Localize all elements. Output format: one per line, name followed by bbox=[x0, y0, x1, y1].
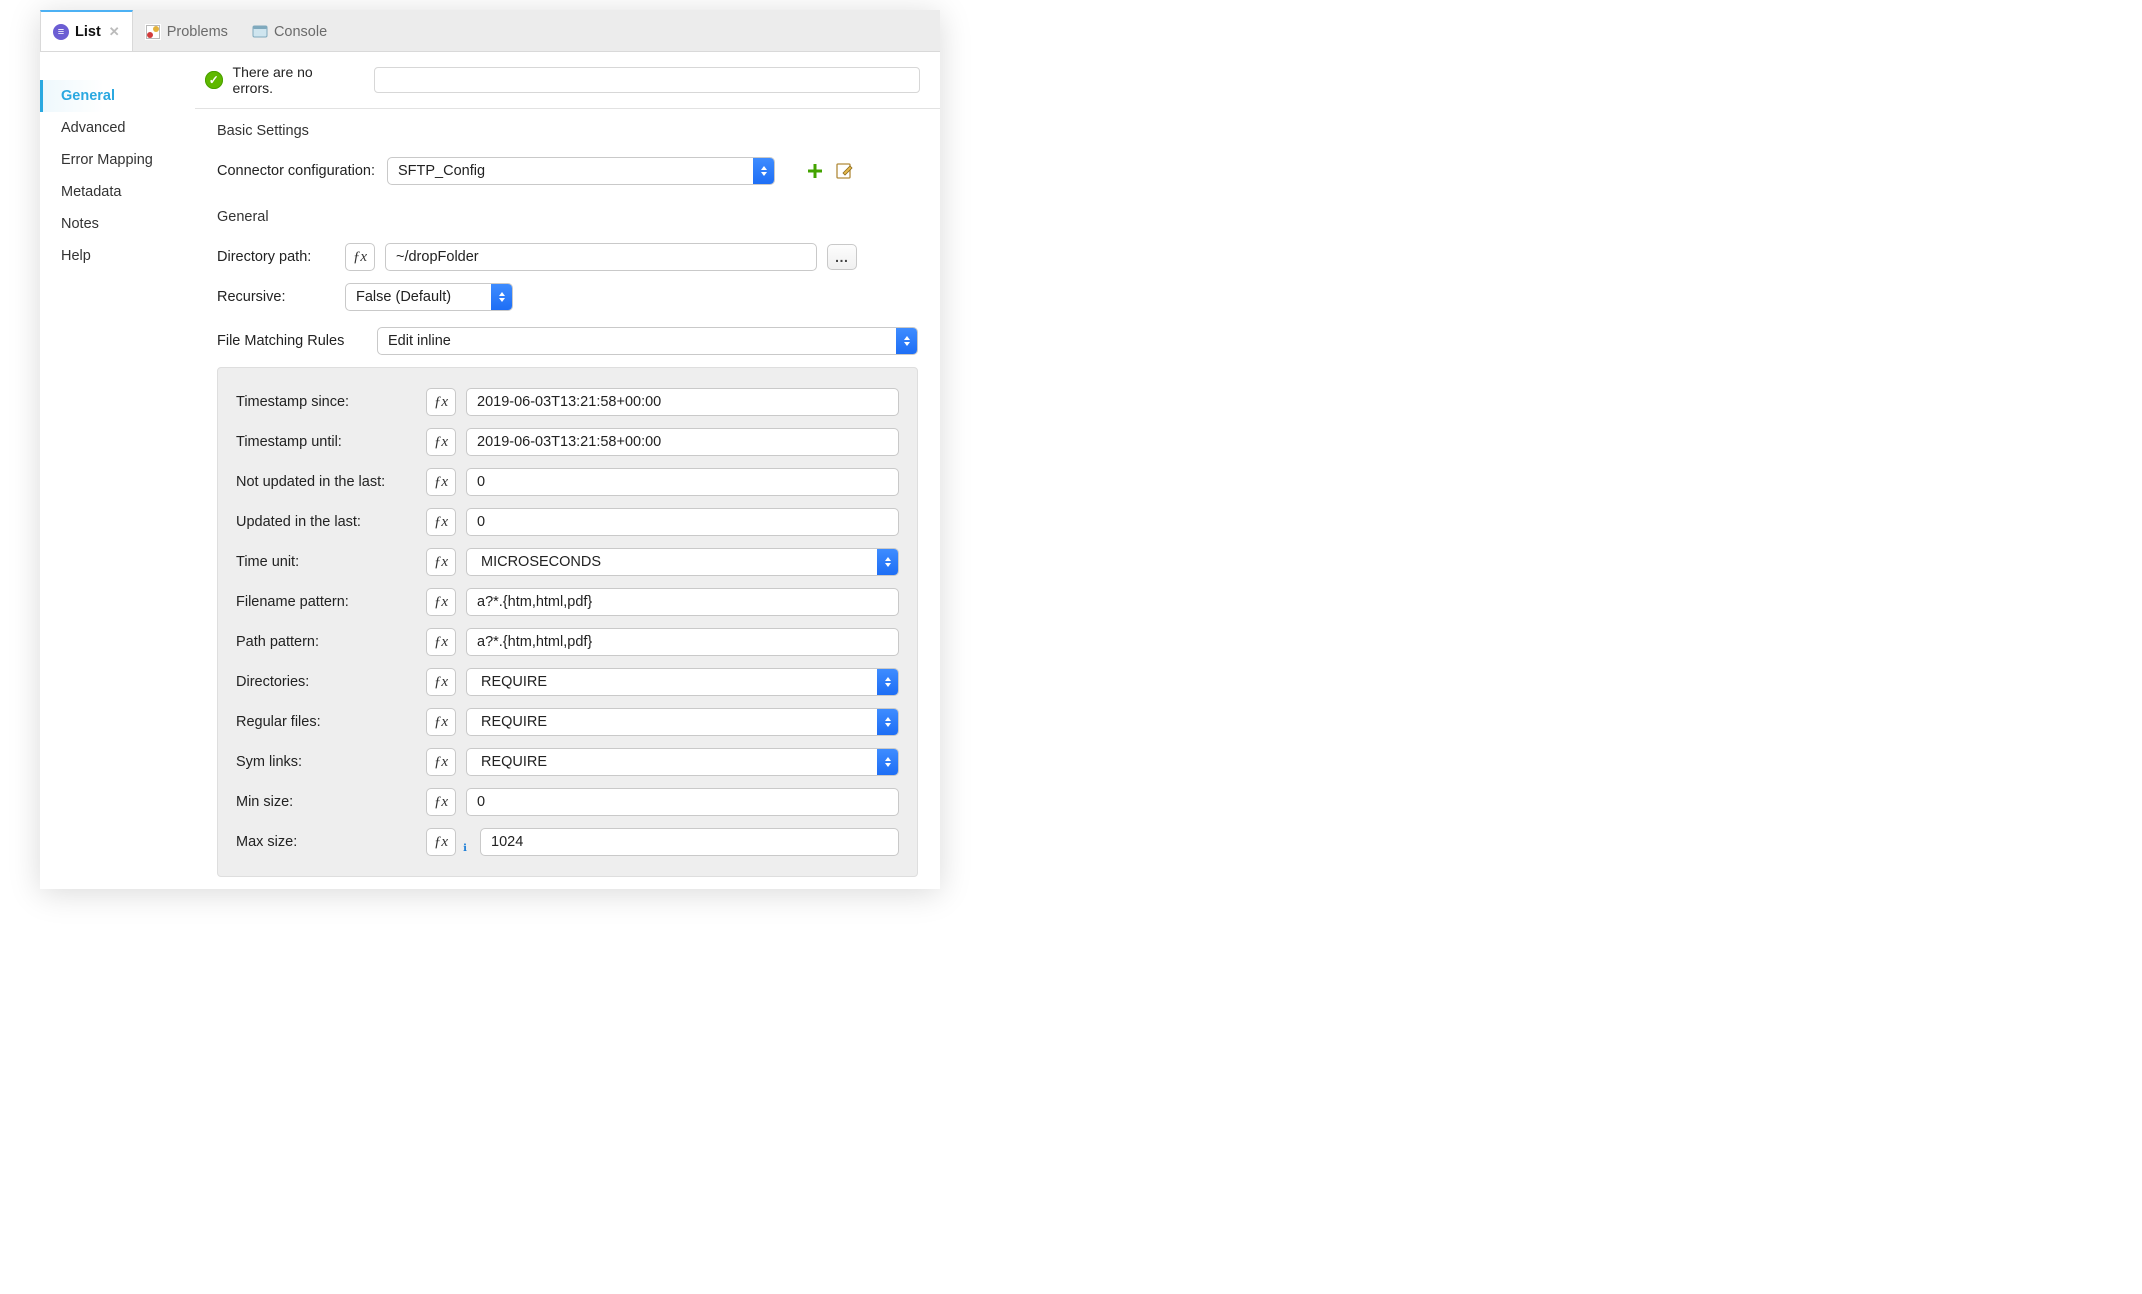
section-basic: Connector configuration: SFTP_Config bbox=[195, 149, 940, 203]
main-panel: ✓ There are no errors. Basic Settings Co… bbox=[195, 52, 940, 889]
fx-button[interactable]: ƒx bbox=[426, 668, 456, 696]
file-matching-rules-value: Edit inline bbox=[378, 333, 479, 349]
fx-button[interactable]: ƒx bbox=[426, 828, 456, 856]
max-size-input[interactable] bbox=[480, 828, 899, 856]
fx-button[interactable]: ƒx bbox=[426, 388, 456, 416]
fx-button[interactable]: ƒx bbox=[426, 788, 456, 816]
not-updated-label: Not updated in the last: bbox=[236, 474, 416, 490]
sidebar-item-label: Advanced bbox=[61, 120, 126, 136]
sidebar-item-general[interactable]: General bbox=[40, 80, 195, 112]
add-config-button[interactable] bbox=[805, 161, 825, 181]
tabstrip: ≡ List ✕ Problems Console bbox=[40, 10, 940, 52]
directories-label: Directories: bbox=[236, 674, 416, 690]
filename-pattern-label: Filename pattern: bbox=[236, 594, 416, 610]
status-blank-field bbox=[374, 67, 920, 93]
min-size-input[interactable] bbox=[466, 788, 899, 816]
sidebar-item-error-mapping[interactable]: Error Mapping bbox=[40, 144, 195, 176]
file-matching-rules-select[interactable]: Edit inline bbox=[377, 327, 918, 355]
chevrons-icon bbox=[877, 669, 898, 695]
fx-button[interactable]: ƒx bbox=[426, 628, 456, 656]
directory-path-label: Directory path: bbox=[217, 249, 335, 265]
problems-icon bbox=[145, 24, 161, 40]
regular-files-label: Regular files: bbox=[236, 714, 416, 730]
fx-button[interactable]: ƒx bbox=[426, 588, 456, 616]
time-unit-label: Time unit: bbox=[236, 554, 416, 570]
fx-button[interactable]: ƒx bbox=[426, 548, 456, 576]
sidebar-item-notes[interactable]: Notes bbox=[40, 208, 195, 240]
fx-button[interactable]: ƒx bbox=[426, 748, 456, 776]
directory-path-input[interactable] bbox=[385, 243, 817, 271]
tab-console-label: Console bbox=[274, 24, 327, 40]
tab-problems-label: Problems bbox=[167, 24, 228, 40]
sym-links-select[interactable]: REQUIRE bbox=[466, 748, 899, 776]
editor-window: ≡ List ✕ Problems Console bbox=[40, 10, 940, 889]
regular-files-value: REQUIRE bbox=[467, 714, 575, 730]
status-message: There are no errors. bbox=[233, 64, 354, 96]
file-matching-rules-label: File Matching Rules bbox=[217, 333, 367, 349]
time-unit-select[interactable]: MICROSECONDS bbox=[466, 548, 899, 576]
sidebar: General Advanced Error Mapping Metadata … bbox=[40, 52, 195, 889]
fx-button[interactable]: ƒx bbox=[426, 428, 456, 456]
timestamp-since-input[interactable] bbox=[466, 388, 899, 416]
fx-button[interactable]: ƒx bbox=[345, 243, 375, 271]
time-unit-value: MICROSECONDS bbox=[467, 554, 629, 570]
list-icon: ≡ bbox=[53, 24, 69, 40]
sidebar-item-label: Notes bbox=[61, 216, 99, 232]
section-general: Directory path: ƒx … Recursive: False (D… bbox=[195, 235, 940, 889]
path-pattern-input[interactable] bbox=[466, 628, 899, 656]
close-icon[interactable]: ✕ bbox=[109, 24, 120, 40]
timestamp-until-input[interactable] bbox=[466, 428, 899, 456]
chevrons-icon bbox=[896, 328, 917, 354]
status-bar: ✓ There are no errors. bbox=[195, 52, 940, 109]
max-size-label: Max size: bbox=[236, 834, 416, 850]
sidebar-item-advanced[interactable]: Advanced bbox=[40, 112, 195, 144]
file-matching-rules-panel: Timestamp since: ƒx Timestamp until: ƒx … bbox=[217, 367, 918, 877]
recursive-value: False (Default) bbox=[346, 289, 479, 305]
fx-button[interactable]: ƒx bbox=[426, 508, 456, 536]
path-pattern-label: Path pattern: bbox=[236, 634, 416, 650]
console-icon bbox=[252, 24, 268, 40]
updated-input[interactable] bbox=[466, 508, 899, 536]
edit-config-button[interactable] bbox=[835, 161, 855, 181]
section-title-general: General bbox=[195, 203, 940, 235]
fx-button[interactable]: ƒx bbox=[426, 708, 456, 736]
updated-label: Updated in the last: bbox=[236, 514, 416, 530]
chevrons-icon bbox=[877, 549, 898, 575]
sidebar-item-help[interactable]: Help bbox=[40, 240, 195, 272]
recursive-label: Recursive: bbox=[217, 289, 335, 305]
tab-console[interactable]: Console bbox=[240, 10, 339, 51]
tab-problems[interactable]: Problems bbox=[133, 10, 240, 51]
info-icon: ℹ︎ bbox=[460, 843, 470, 853]
sidebar-item-label: Metadata bbox=[61, 184, 121, 200]
sidebar-item-label: General bbox=[61, 88, 115, 104]
min-size-label: Min size: bbox=[236, 794, 416, 810]
tab-list[interactable]: ≡ List ✕ bbox=[40, 10, 133, 51]
timestamp-until-label: Timestamp until: bbox=[236, 434, 416, 450]
regular-files-select[interactable]: REQUIRE bbox=[466, 708, 899, 736]
tab-list-label: List bbox=[75, 24, 101, 40]
timestamp-since-label: Timestamp since: bbox=[236, 394, 416, 410]
sidebar-item-label: Help bbox=[61, 248, 91, 264]
filename-pattern-input[interactable] bbox=[466, 588, 899, 616]
chevrons-icon bbox=[877, 709, 898, 735]
connector-config-select[interactable]: SFTP_Config bbox=[387, 157, 775, 185]
fx-button[interactable]: ƒx bbox=[426, 468, 456, 496]
chevrons-icon bbox=[753, 158, 774, 184]
not-updated-input[interactable] bbox=[466, 468, 899, 496]
chevrons-icon bbox=[491, 284, 512, 310]
chevrons-icon bbox=[877, 749, 898, 775]
browse-button[interactable]: … bbox=[827, 244, 857, 270]
directories-select[interactable]: REQUIRE bbox=[466, 668, 899, 696]
recursive-select[interactable]: False (Default) bbox=[345, 283, 513, 311]
connector-config-value: SFTP_Config bbox=[388, 163, 513, 179]
sym-links-value: REQUIRE bbox=[467, 754, 575, 770]
sidebar-item-metadata[interactable]: Metadata bbox=[40, 176, 195, 208]
connector-config-label: Connector configuration: bbox=[217, 163, 377, 179]
section-title-basic: Basic Settings bbox=[195, 109, 940, 149]
sym-links-label: Sym links: bbox=[236, 754, 416, 770]
directories-value: REQUIRE bbox=[467, 674, 575, 690]
check-circle-icon: ✓ bbox=[205, 71, 223, 89]
sidebar-item-label: Error Mapping bbox=[61, 152, 153, 168]
